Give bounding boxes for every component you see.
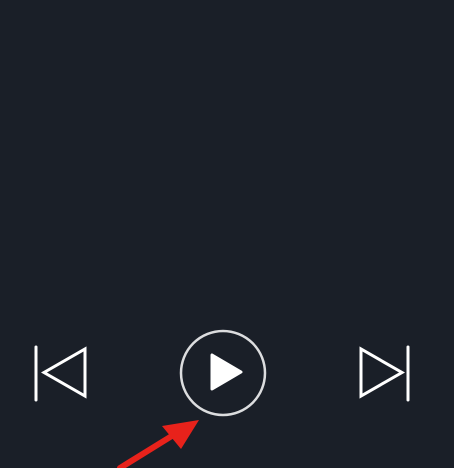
- annotation-arrow: [117, 420, 199, 468]
- previous-button[interactable]: [30, 344, 90, 404]
- play-icon: [179, 329, 267, 417]
- music-player-screen: [0, 0, 454, 468]
- next-button[interactable]: [355, 344, 415, 404]
- play-button[interactable]: [178, 328, 268, 418]
- track-info: [0, 178, 454, 207]
- skip-previous-icon: [34, 345, 87, 402]
- skip-next-icon: [359, 345, 410, 402]
